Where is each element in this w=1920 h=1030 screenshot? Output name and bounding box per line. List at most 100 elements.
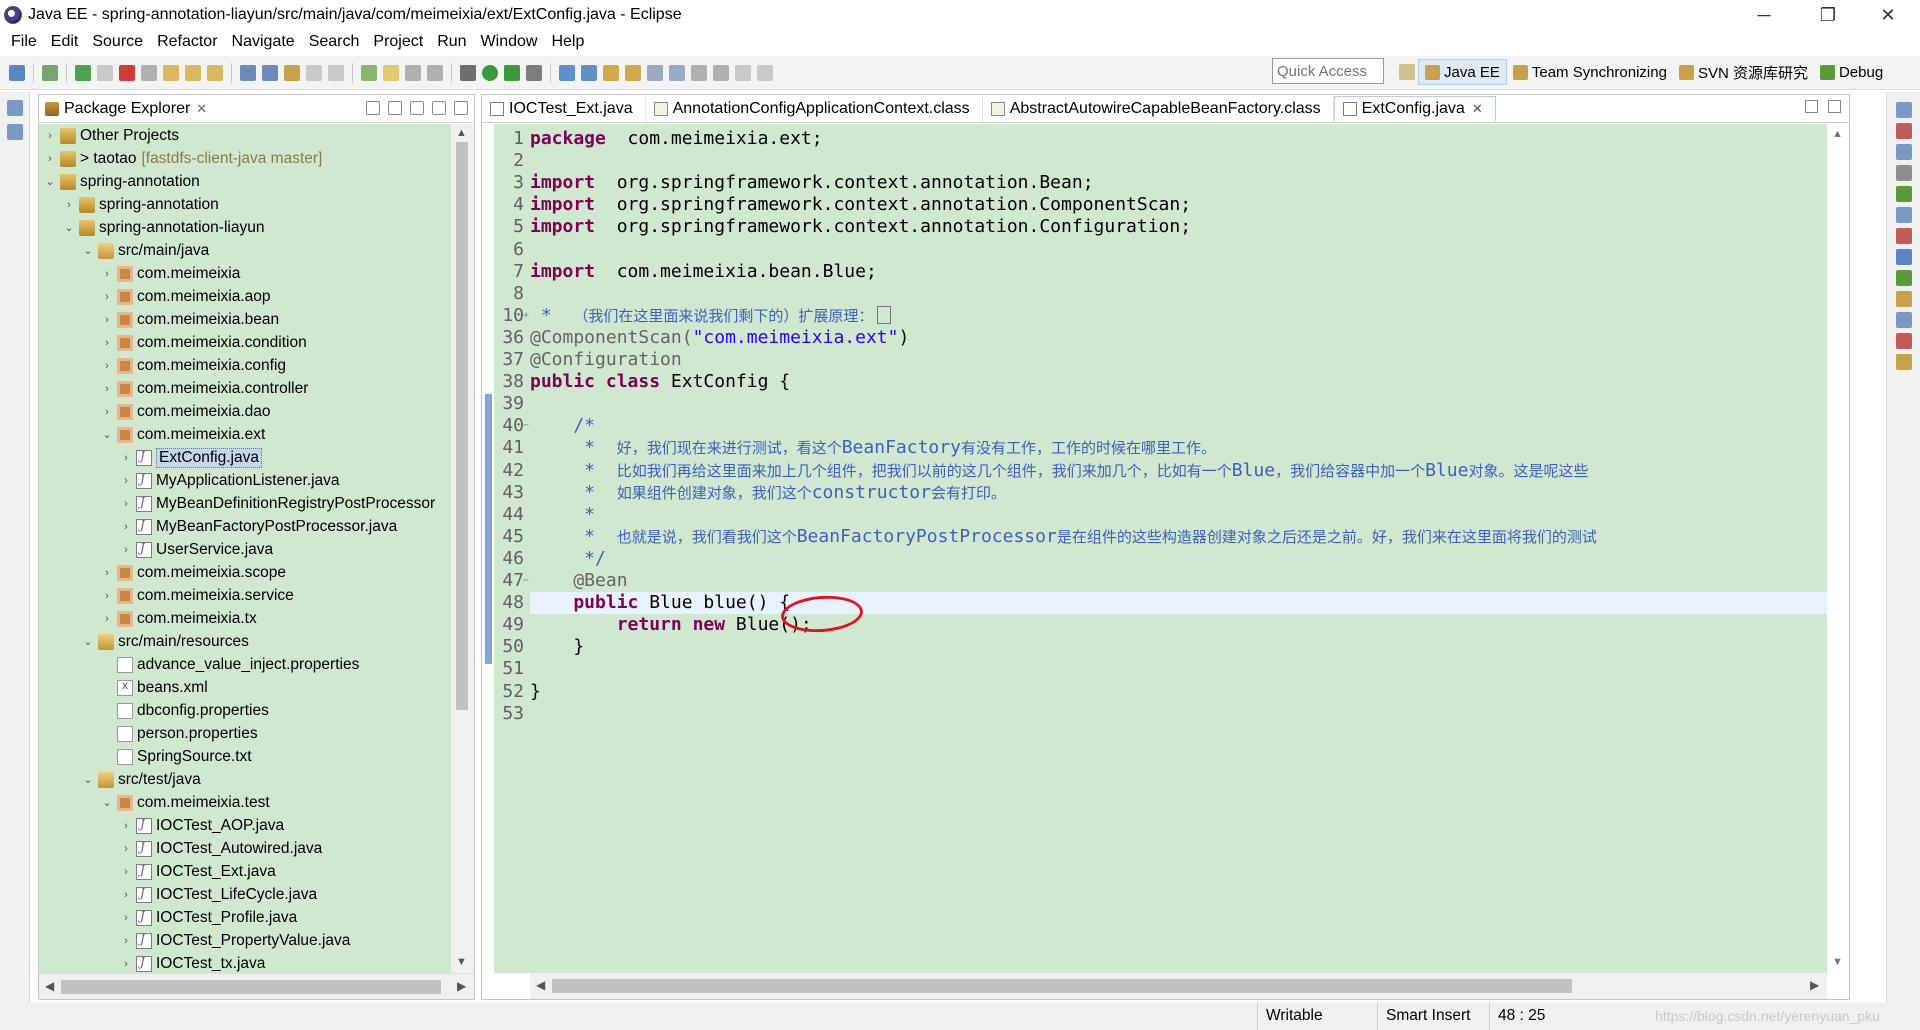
open-perspective-icon[interactable] — [1399, 64, 1415, 80]
close-window-button[interactable]: ✕ — [1860, 0, 1916, 30]
suspend-icon[interactable] — [97, 64, 113, 81]
tree-item[interactable]: › com.meimeixia.bean — [39, 308, 451, 331]
terminate-icon[interactable] — [119, 64, 135, 81]
globe-icon[interactable] — [647, 64, 663, 81]
link-with-editor-icon[interactable] — [388, 101, 402, 115]
restore-button[interactable]: ❐ — [1800, 0, 1856, 30]
collapsed-arrow-icon[interactable]: › — [43, 153, 57, 165]
tree-item[interactable]: › com.meimeixia.scope — [39, 561, 451, 584]
code-line[interactable]: * 比如我们再给这里面来加上几个组件，把我们以前的这几个组件，我们来加几个，比如… — [530, 460, 1827, 482]
code-line[interactable]: public Blue blue() { — [530, 592, 1827, 615]
tree-item[interactable]: ⌄ src/main/resources — [39, 630, 451, 653]
scroll-left-icon[interactable]: ◀ — [45, 979, 54, 993]
collapsed-arrow-icon[interactable]: › — [43, 130, 57, 142]
code-line[interactable]: package com.meimeixia.ext; — [530, 128, 1827, 150]
maximize-view-icon[interactable] — [454, 101, 468, 115]
coverage-icon[interactable] — [504, 64, 520, 81]
code-line[interactable]: * （我们在这里面来说我们剩下的）扩展原理： — [530, 305, 1827, 327]
menu-source[interactable]: Source — [85, 33, 150, 51]
menu-window[interactable]: Window — [474, 33, 545, 51]
collapsed-arrow-icon[interactable]: › — [119, 452, 133, 464]
collapsed-arrow-icon[interactable]: › — [100, 268, 114, 280]
collapsed-arrow-icon[interactable]: › — [119, 958, 133, 970]
tree-item[interactable]: › com.meimeixia.dao — [39, 400, 451, 423]
code-line[interactable] — [530, 703, 1827, 725]
maximize-editor-icon[interactable] — [1828, 100, 1841, 113]
markers-icon[interactable] — [1895, 144, 1912, 160]
tree-item[interactable]: SpringSource.txt — [39, 745, 451, 768]
collapsed-arrow-icon[interactable]: › — [119, 498, 133, 510]
step-into-icon[interactable] — [163, 64, 179, 81]
code-line[interactable] — [530, 150, 1827, 172]
scroll-thumb[interactable] — [552, 979, 1572, 993]
editor-tab[interactable]: IOCTest_Ext.java — [482, 96, 646, 122]
code-line[interactable]: /* — [530, 415, 1827, 437]
collapsed-arrow-icon[interactable]: › — [119, 544, 133, 556]
collapsed-arrow-icon[interactable]: › — [100, 590, 114, 602]
collapsed-arrow-icon[interactable]: › — [100, 360, 114, 372]
restore-icon[interactable] — [1895, 102, 1912, 118]
perspective-debug[interactable]: Debug — [1814, 59, 1889, 85]
code-line[interactable]: @Bean — [530, 570, 1827, 592]
code-line[interactable]: public class ExtConfig { — [530, 371, 1827, 393]
step-return-icon[interactable] — [207, 64, 223, 81]
scroll-down-icon[interactable]: ▼ — [456, 956, 467, 968]
collapsed-arrow-icon[interactable]: › — [119, 475, 133, 487]
code-line[interactable]: import org.springframework.context.annot… — [530, 216, 1827, 238]
new-package-icon[interactable] — [262, 64, 278, 81]
open-folder-icon[interactable] — [603, 64, 619, 81]
scroll-right-icon[interactable]: ▶ — [457, 979, 466, 993]
problems-icon[interactable] — [1895, 228, 1912, 244]
quick-access-input[interactable] — [1272, 58, 1384, 84]
editor-tab[interactable]: AbstractAutowireCapableBeanFactory.class — [983, 96, 1334, 122]
tree-item[interactable]: › com.meimeixia — [39, 262, 451, 285]
annotation-icon[interactable] — [669, 64, 685, 81]
skip-breakpoints-icon[interactable] — [42, 64, 58, 81]
tree-item[interactable]: dbconfig.properties — [39, 699, 451, 722]
menu-run[interactable]: Run — [430, 33, 473, 51]
show-whitespace-icon[interactable] — [405, 64, 421, 81]
code-line[interactable]: * 也就是说，我们看我们这个BeanFactoryPostProcessor是在… — [530, 526, 1827, 548]
code-line[interactable] — [530, 239, 1827, 261]
code-line[interactable] — [530, 658, 1827, 680]
svn-view-icon[interactable] — [1895, 333, 1912, 349]
debug-icon[interactable] — [460, 64, 476, 81]
collapsed-arrow-icon[interactable]: › — [119, 521, 133, 533]
snippets-icon[interactable] — [1895, 207, 1912, 223]
scroll-down-icon[interactable]: ▼ — [1832, 956, 1843, 968]
tree-item[interactable]: ⌄ com.meimeixia.ext — [39, 423, 451, 446]
tree-item[interactable]: › MyBeanFactoryPostProcessor.java — [39, 515, 451, 538]
external-tools-icon[interactable] — [526, 64, 542, 81]
expanded-arrow-icon[interactable]: ⌄ — [81, 244, 95, 257]
minimize-button[interactable]: ─ — [1736, 0, 1792, 30]
code-line[interactable]: import com.meimeixia.bean.Blue; — [530, 261, 1827, 283]
collapsed-arrow-icon[interactable]: › — [100, 337, 114, 349]
tree-item[interactable]: › ExtConfig.java — [39, 446, 451, 469]
menu-project[interactable]: Project — [366, 33, 430, 51]
tree-item[interactable]: › com.meimeixia.controller — [39, 377, 451, 400]
tree-item[interactable]: ⌄ com.meimeixia.test — [39, 791, 451, 814]
print-icon[interactable] — [328, 64, 344, 81]
tree-item[interactable]: › IOCTest_Ext.java — [39, 860, 451, 883]
code-line[interactable]: import org.springframework.context.annot… — [530, 194, 1827, 216]
servers-icon[interactable] — [1895, 123, 1912, 139]
perspective-svn[interactable]: SVN 资源库研究 — [1673, 59, 1814, 85]
new-server-icon[interactable] — [240, 64, 256, 81]
editor-horizontal-scrollbar[interactable]: ◀ ▶ — [530, 973, 1827, 999]
disconnect-icon[interactable] — [141, 64, 157, 81]
run-icon[interactable] — [482, 64, 498, 81]
collapsed-arrow-icon[interactable]: › — [62, 199, 76, 211]
block-selection-icon[interactable] — [427, 64, 443, 81]
collapsed-arrow-icon[interactable]: › — [119, 912, 133, 924]
close-tab-icon[interactable]: ✕ — [1472, 101, 1483, 117]
expanded-arrow-icon[interactable]: ⌄ — [81, 773, 95, 786]
expanded-arrow-icon[interactable]: ⌄ — [100, 428, 114, 441]
expand-fold-icon[interactable]: + — [523, 305, 529, 327]
collapsed-arrow-icon[interactable]: › — [100, 613, 114, 625]
scroll-up-icon[interactable]: ▲ — [1832, 128, 1843, 140]
new-java-project-icon[interactable] — [559, 64, 575, 81]
code-line[interactable] — [530, 393, 1827, 415]
collapsed-arrow-icon[interactable]: › — [100, 567, 114, 579]
tree-item[interactable]: › MyBeanDefinitionRegistryPostProcessor — [39, 492, 451, 515]
menu-search[interactable]: Search — [302, 33, 367, 51]
